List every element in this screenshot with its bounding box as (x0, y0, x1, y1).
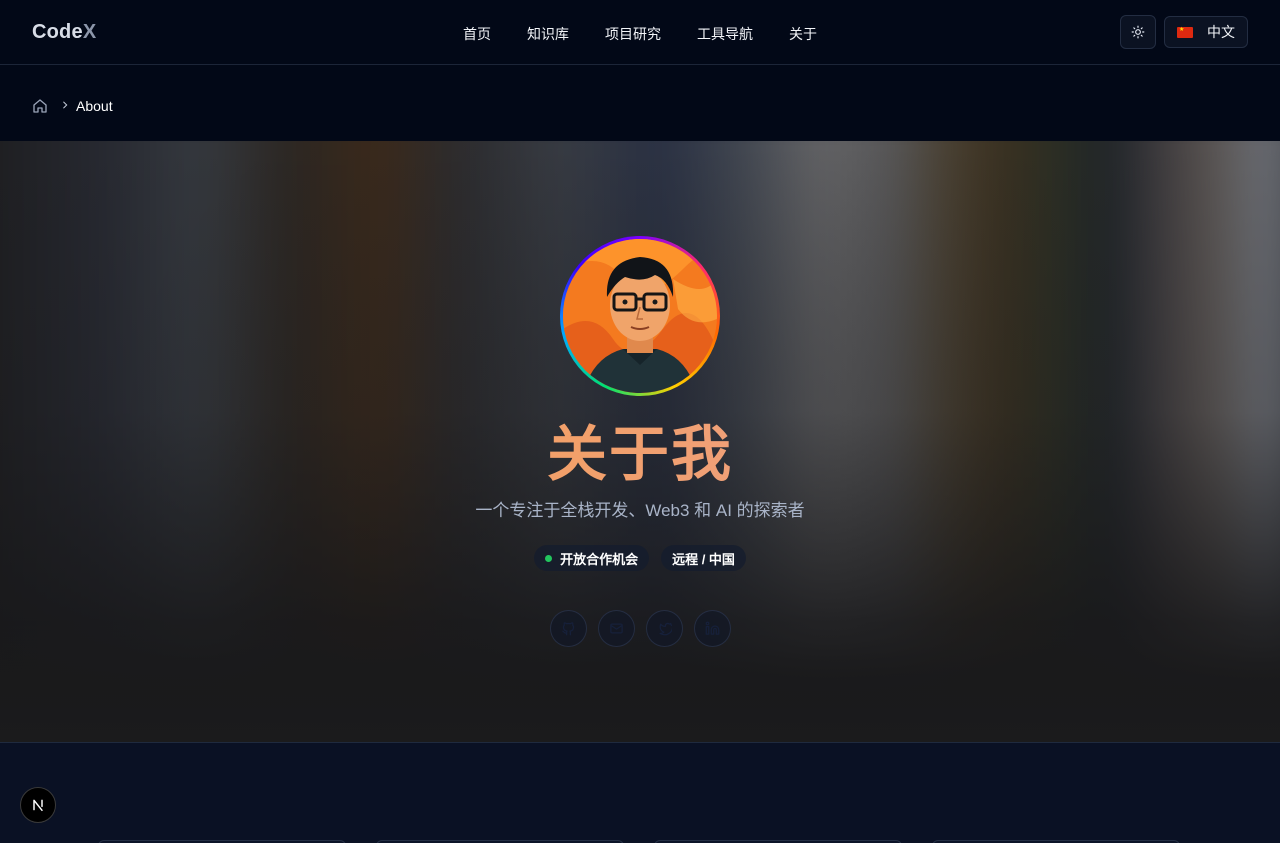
nav-home[interactable]: 首页 (463, 24, 491, 44)
status-dot-icon (545, 554, 553, 562)
status-badge-open: 开放合作机会 (534, 545, 650, 571)
linkedin-icon (705, 621, 719, 635)
twitter-link[interactable] (645, 610, 683, 647)
avatar (560, 236, 720, 396)
nextjs-logo-icon (33, 799, 43, 812)
logo-accent: X (82, 21, 97, 43)
language-switcher[interactable]: 中文 (1164, 16, 1248, 48)
page-subtitle: 一个专注于全栈开发、Web3 和 AI 的探索者 (475, 501, 805, 520)
breadcrumb: About (32, 98, 113, 114)
linkedin-link[interactable] (693, 610, 731, 647)
social-links (0, 610, 1280, 647)
status-badge-label: 开放合作机会 (560, 551, 639, 567)
status-badges: 开放合作机会 远程 / 中国 (0, 545, 1280, 571)
theme-toggle-button[interactable] (1120, 15, 1156, 49)
nav-tools[interactable]: 工具导航 (697, 24, 753, 44)
language-label: 中文 (1207, 24, 1235, 40)
china-flag-icon (1177, 26, 1193, 38)
top-header: CodeX 首页 知识库 项目研究 工具导航 关于 中文 (0, 0, 1280, 65)
github-link[interactable] (549, 610, 587, 647)
location-badge-label: 远程 / 中国 (672, 551, 735, 567)
site-logo[interactable]: CodeX (32, 21, 96, 44)
nav-knowledge[interactable]: 知识库 (527, 24, 569, 44)
home-icon[interactable] (32, 98, 48, 114)
breadcrumb-bar: About (0, 65, 1280, 141)
nextjs-devtools-button[interactable] (20, 787, 56, 823)
location-badge: 远程 / 中国 (661, 545, 746, 571)
page-title: 关于我 (0, 419, 1280, 491)
chevron-right-icon (60, 99, 70, 113)
avatar-image (563, 239, 717, 393)
mail-icon (609, 623, 623, 634)
main-nav: 首页 知识库 项目研究 工具导航 关于 (463, 24, 817, 44)
nav-projects[interactable]: 项目研究 (605, 24, 661, 44)
twitter-icon (659, 622, 672, 636)
about-hero: 关于我 一个专注于全栈开发、Web3 和 AI 的探索者 开放合作机会 远程 /… (0, 141, 1280, 743)
github-icon (561, 622, 574, 636)
breadcrumb-current: About (76, 98, 113, 114)
sun-icon (1131, 25, 1145, 39)
logo-text: Code (32, 21, 83, 43)
email-link[interactable] (597, 610, 635, 647)
nav-about[interactable]: 关于 (789, 24, 817, 44)
